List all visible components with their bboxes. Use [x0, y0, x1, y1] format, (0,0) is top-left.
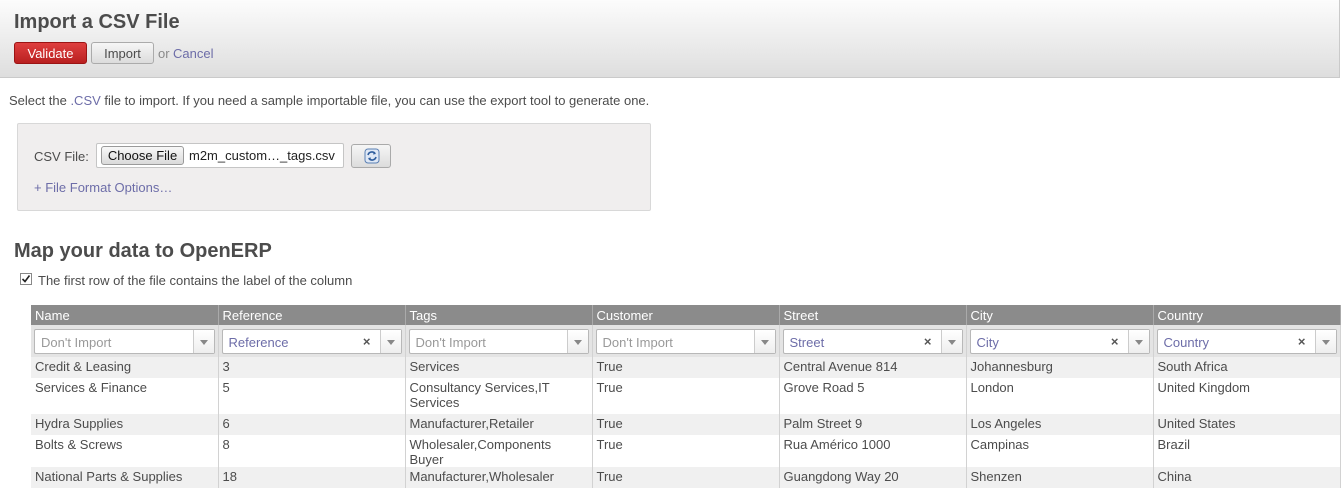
table-cell: Consultancy Services,IT Services — [405, 378, 593, 414]
table-row: Bolts & Screws 8 Wholesaler,Components B… — [31, 435, 1341, 467]
intro-before: Select the — [9, 93, 71, 108]
column-header-reference: Reference — [218, 305, 406, 325]
table-cell: United States — [1153, 414, 1341, 435]
table-cell: True — [592, 357, 780, 378]
clear-icon[interactable]: × — [1111, 334, 1119, 349]
select-value: Don't Import — [41, 334, 112, 350]
file-name: m2m_custom…_tags.csv — [189, 148, 335, 163]
chevron-down-icon[interactable] — [1127, 329, 1149, 353]
table-cell: Wholesaler,Components Buyer — [405, 435, 593, 467]
choose-file-button[interactable]: Choose File — [101, 146, 184, 165]
table-cell: True — [592, 414, 780, 435]
table-cell: Grove Road 5 — [779, 378, 967, 414]
mapping-table: Name Reference Tags Customer Street City… — [31, 305, 1341, 488]
select-value: Reference — [228, 334, 289, 350]
table-cell: Hydra Supplies — [31, 414, 219, 435]
chevron-down-icon[interactable] — [753, 329, 775, 353]
chevron-down-icon[interactable] — [566, 329, 588, 353]
table-cell: Rua Américo 1000 — [779, 435, 967, 467]
clear-icon[interactable]: × — [363, 334, 371, 349]
header-row: Name Reference Tags Customer Street City… — [31, 305, 1341, 325]
csv-file-label: CSV File: — [34, 149, 89, 164]
mapping-title: Map your data to OpenERP — [14, 240, 272, 262]
csv-file-input[interactable]: Choose File m2m_custom…_tags.csv — [96, 143, 344, 168]
column-header-street: Street — [779, 305, 967, 325]
table-cell: United Kingdom — [1153, 378, 1341, 414]
csv-link[interactable]: .CSV — [70, 93, 100, 108]
intro-after: file to import. If you need a sample imp… — [100, 93, 650, 108]
table-cell: 8 — [218, 435, 406, 467]
column-header-tags: Tags — [405, 305, 593, 325]
field-select-tags[interactable]: Don't Import — [408, 328, 589, 354]
table-cell: Palm Street 9 — [779, 414, 967, 435]
import-button[interactable]: Import — [91, 42, 154, 64]
table-cell: Campinas — [966, 435, 1154, 467]
field-select-country[interactable]: Country × — [1156, 328, 1337, 354]
page-header: Import a CSV File Validate Import or Can… — [0, 0, 1340, 78]
table-cell: True — [592, 435, 780, 467]
field-select-city[interactable]: City × — [969, 328, 1150, 354]
chevron-down-icon[interactable] — [1314, 329, 1336, 353]
table-row: Services & Finance 5 Consultancy Service… — [31, 378, 1341, 414]
column-header-customer: Customer — [592, 305, 780, 325]
select-value: Don't Import — [415, 334, 486, 350]
cancel-link[interactable]: Cancel — [173, 46, 213, 61]
table-cell: Los Angeles — [966, 414, 1154, 435]
table-cell: Credit & Leasing — [31, 357, 219, 378]
table-cell: Services — [405, 357, 593, 378]
file-format-options-link[interactable]: + File Format Options… — [34, 180, 172, 195]
field-select-name[interactable]: Don't Import — [34, 328, 215, 354]
column-header-name: Name — [31, 305, 219, 325]
table-cell: Services & Finance — [31, 378, 219, 414]
table-row: Credit & Leasing 3 Services True Central… — [31, 357, 1341, 378]
select-value: City — [976, 334, 999, 350]
select-value: Don't Import — [602, 334, 673, 350]
first-row-checkbox[interactable] — [20, 273, 32, 285]
table-cell: 3 — [218, 357, 406, 378]
first-row-label: The first row of the file contains the l… — [38, 273, 353, 288]
reload-button[interactable] — [351, 144, 391, 168]
table-cell: South Africa — [1153, 357, 1341, 378]
clear-icon[interactable]: × — [1298, 334, 1306, 349]
file-box: CSV File: Choose File m2m_custom…_tags.c… — [17, 123, 651, 211]
field-select-customer[interactable]: Don't Import — [595, 328, 776, 354]
table-cell: London — [966, 378, 1154, 414]
table-cell: Central Avenue 814 — [779, 357, 967, 378]
table-cell: Bolts & Screws — [31, 435, 219, 467]
select-value: Country — [1163, 334, 1210, 350]
column-header-country: Country — [1153, 305, 1341, 325]
table-cell: True — [592, 378, 780, 414]
table-row: Hydra Supplies 6 Manufacturer,Retailer T… — [31, 414, 1341, 435]
select-value: Street — [789, 334, 825, 350]
chevron-down-icon[interactable] — [940, 329, 962, 353]
column-header-city: City — [966, 305, 1154, 325]
page-title: Import a CSV File — [14, 11, 180, 33]
field-select-reference[interactable]: Reference × — [221, 328, 402, 354]
clear-icon[interactable]: × — [924, 334, 932, 349]
table-cell: 6 — [218, 414, 406, 435]
table-cell: Manufacturer,Retailer — [405, 414, 593, 435]
reload-icon — [364, 148, 380, 164]
table-cell: 5 — [218, 378, 406, 414]
field-select-street[interactable]: Street × — [782, 328, 963, 354]
chevron-down-icon[interactable] — [192, 329, 214, 353]
table-cell: Johannesburg — [966, 357, 1154, 378]
field-selector-row: Don't Import Reference × Don't Import Don… — [31, 325, 1341, 357]
or-text: or — [158, 46, 170, 61]
intro-text: Select the .CSV file to import. If you n… — [9, 93, 649, 108]
table-cell: Brazil — [1153, 435, 1341, 467]
chevron-down-icon[interactable] — [379, 329, 401, 353]
validate-button[interactable]: Validate — [14, 42, 87, 64]
